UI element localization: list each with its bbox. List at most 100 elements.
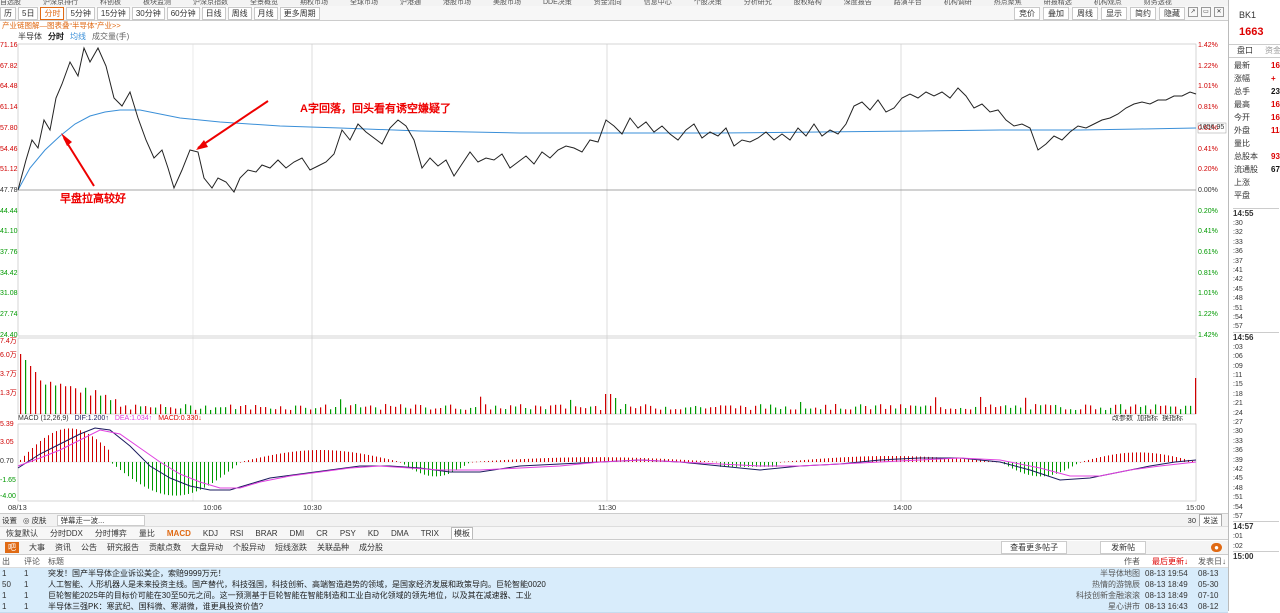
indicator-tab[interactable]: DMA xyxy=(391,529,409,538)
indicator-tab[interactable]: DMI xyxy=(290,529,305,538)
news-tab[interactable]: 吧 xyxy=(5,542,19,553)
news-title[interactable]: 半导体三强PK：寒武纪、国科微、寒湖微，谁更具投资价值? xyxy=(48,601,1088,612)
new-post-button[interactable]: 发新帖 xyxy=(1100,541,1147,554)
volume-bar xyxy=(400,404,402,414)
volume-bar xyxy=(100,395,102,414)
news-tab[interactable]: 个股异动 xyxy=(233,542,265,553)
send-button[interactable]: 发送 xyxy=(1199,514,1222,526)
panel-tab-funds[interactable]: 资金 xyxy=(1265,45,1280,57)
header-updated[interactable]: 最后更新↓ xyxy=(1152,556,1188,567)
tick-time: :30 xyxy=(1233,220,1243,227)
volume-bar xyxy=(1130,406,1132,414)
macd-bar xyxy=(240,462,241,463)
macd-bar xyxy=(264,456,265,462)
price-tick-left: 51.12 xyxy=(0,166,18,174)
news-reads: 1 xyxy=(2,569,7,578)
news-author[interactable]: 科技创新金融滚滚 xyxy=(1030,590,1140,601)
header-author[interactable]: 作者 xyxy=(1124,556,1140,567)
macd-bar xyxy=(916,456,917,462)
time-tick: 15:00 xyxy=(1186,503,1205,512)
indicator-tab[interactable]: MACD xyxy=(167,529,191,538)
price-tick-left: 54.46 xyxy=(0,145,18,153)
indicator-tab[interactable]: 恢复默认 xyxy=(6,528,38,539)
volume-bar xyxy=(50,381,52,414)
macd-bar xyxy=(628,457,629,462)
macd-bar xyxy=(20,459,21,462)
skin-icon[interactable]: ◎ xyxy=(23,516,30,525)
panel-tab-book[interactable]: 盘口 xyxy=(1237,45,1253,57)
macd-bar xyxy=(956,458,957,462)
macd-switch-indicator[interactable]: 换指标 xyxy=(1162,415,1183,423)
volume-bar xyxy=(505,409,507,414)
indicator-tab[interactable]: 模板 xyxy=(450,527,473,539)
indicator-tab[interactable]: RSI xyxy=(230,529,243,538)
news-row[interactable]: 1 1 半导体三强PK：寒武纪、国科微、寒湖微，谁更具投资价值? 星心讲市 08-13 … xyxy=(0,601,1228,613)
chart-canvas[interactable] xyxy=(0,0,1228,511)
tick-time: 14:55 xyxy=(1233,208,1279,218)
volume-bar xyxy=(295,405,297,414)
macd-bar xyxy=(848,457,849,462)
volume-bar xyxy=(320,407,322,414)
volume-bar xyxy=(390,405,392,414)
annotation-a: A字回落，回头看有诱空嫌疑了 xyxy=(300,103,451,115)
macd-bar xyxy=(440,462,441,477)
volume-bar xyxy=(980,396,982,414)
quote-label: 上涨 xyxy=(1234,178,1250,187)
macd-bar xyxy=(1080,462,1081,463)
news-title[interactable]: 巨轮智能2025年的目标价可能在30至50元之间。这一预测基于巨轮智能在智能制造… xyxy=(48,590,1088,601)
volume-bar xyxy=(855,406,857,414)
header-posted[interactable]: 发表日↓ xyxy=(1198,556,1226,567)
macd-bar xyxy=(1068,462,1069,469)
indicator-tab[interactable]: CR xyxy=(316,529,328,538)
macd-add-indicator[interactable]: 加指标 xyxy=(1137,415,1158,423)
news-tab[interactable]: 资讯 xyxy=(55,542,71,553)
news-tab[interactable]: 公告 xyxy=(81,542,97,553)
volume-bar xyxy=(365,406,367,414)
indicator-tab[interactable]: PSY xyxy=(340,529,356,538)
news-author[interactable]: 热情的游锦辰 xyxy=(1030,579,1140,590)
more-posts-button[interactable]: 查看更多帖子 xyxy=(1001,541,1068,554)
macd-bar xyxy=(1128,452,1129,462)
indicator-tab[interactable]: 量比 xyxy=(139,528,155,539)
macd-bar xyxy=(64,428,65,462)
volume-bar xyxy=(335,407,337,414)
indicator-tab[interactable]: BRAR xyxy=(255,529,277,538)
quote-label: 最新 xyxy=(1234,61,1250,70)
macd-bar xyxy=(548,458,549,462)
news-author[interactable]: 半导体地图 xyxy=(1030,568,1140,579)
indicator-tab[interactable]: 分时博弈 xyxy=(95,528,127,539)
indicator-tab[interactable]: KDJ xyxy=(203,529,218,538)
macd-title[interactable]: MACD (12,26,9) xyxy=(18,415,69,423)
toggle-icon[interactable]: ● xyxy=(1211,543,1222,552)
news-tab[interactable]: 贡献点数 xyxy=(149,542,181,553)
news-title[interactable]: 突发！国产半导体企业诉讼美企，索赔9999万元！ xyxy=(48,568,1088,579)
news-tab[interactable]: 短线涨跌 xyxy=(275,542,307,553)
volume-bar xyxy=(1180,409,1182,414)
news-tab[interactable]: 大盘异动 xyxy=(191,542,223,553)
settings-button[interactable]: 设置 xyxy=(2,515,17,526)
volume-bar xyxy=(715,407,717,414)
volume-bar xyxy=(480,396,482,414)
tick-time: :54 xyxy=(1233,503,1243,511)
news-tab[interactable]: 成分股 xyxy=(359,542,383,553)
macd-bar xyxy=(328,450,329,462)
danmaku-input[interactable]: 弹幕走一波... xyxy=(56,514,145,526)
macd-bar xyxy=(584,457,585,462)
indicator-tab[interactable]: 分时DDX xyxy=(50,528,83,539)
quote-label: 流通股 xyxy=(1234,165,1258,174)
macd-tick: 3.05 xyxy=(0,439,14,446)
news-author[interactable]: 星心讲市 xyxy=(1030,601,1140,612)
news-tab[interactable]: 研究报告 xyxy=(107,542,139,553)
volume-bar xyxy=(450,404,452,414)
indicator-tab[interactable]: TRIX xyxy=(421,529,439,538)
volume-bar xyxy=(80,392,82,414)
quote-row: 最新 16 xyxy=(1234,61,1280,71)
tick-time: :36 xyxy=(1233,447,1243,455)
skin-button[interactable]: 皮肤 xyxy=(32,515,47,526)
indicator-tab[interactable]: KD xyxy=(368,529,379,538)
news-title[interactable]: 人工智能、人形机器人是未来投资主线。国产替代，科技强国，科技创新、高端智造趋势的… xyxy=(48,579,1088,590)
volume-bar xyxy=(950,408,952,414)
macd-edit-params[interactable]: 改参数 xyxy=(1112,415,1133,423)
news-tab[interactable]: 大事 xyxy=(29,542,45,553)
news-tab[interactable]: 关联品种 xyxy=(317,542,349,553)
